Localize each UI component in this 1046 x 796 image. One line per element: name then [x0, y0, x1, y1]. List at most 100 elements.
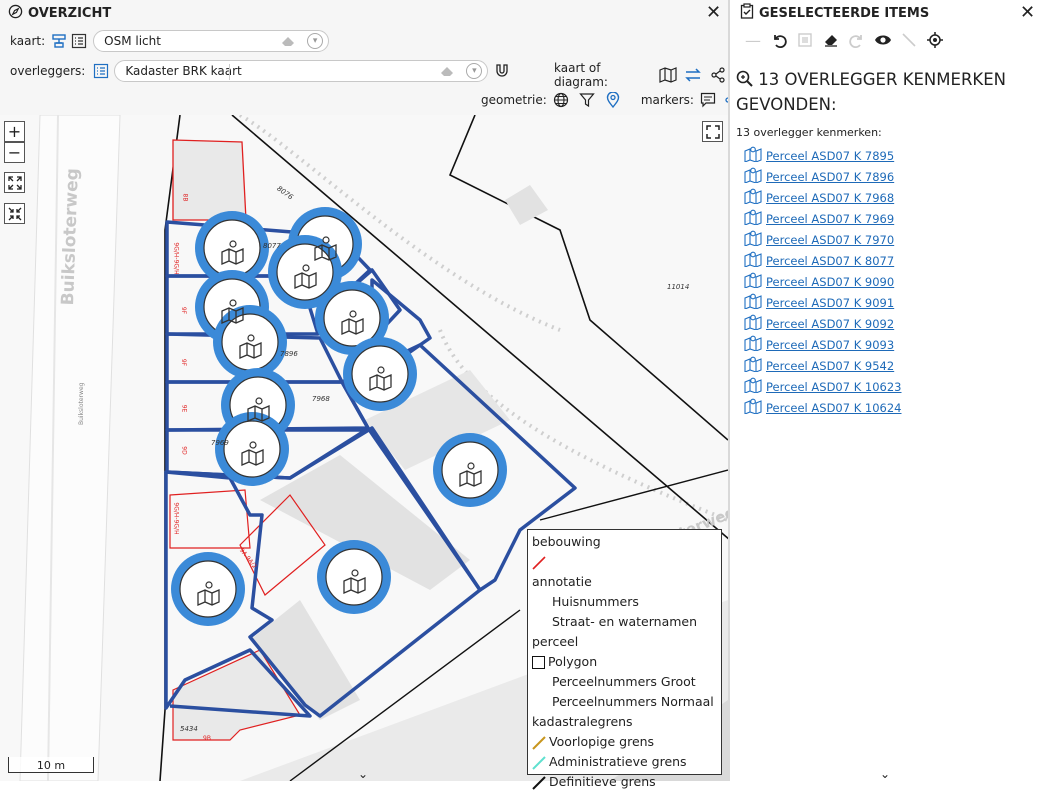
parcel-link[interactable]: Perceel ASD07 K 9091 [766, 296, 894, 310]
parcel-number: 5434 [180, 725, 198, 733]
list-item[interactable]: Perceel ASD07 K 10624 [744, 397, 902, 418]
undo-icon[interactable] [766, 29, 792, 51]
map-marker-icon [744, 356, 762, 375]
comment-icon[interactable] [698, 90, 718, 110]
parcel-link[interactable]: Perceel ASD07 K 9093 [766, 338, 894, 352]
compass-icon [8, 4, 23, 23]
parcel-link[interactable]: Perceel ASD07 K 10624 [766, 401, 902, 415]
house-number: 9F [180, 306, 188, 315]
parcel-number: 7968 [312, 395, 330, 403]
zoom-out-button[interactable]: − [4, 142, 25, 163]
swap-icon[interactable] [684, 65, 703, 85]
collapse-icon[interactable] [4, 203, 25, 224]
geometrie-label: geometrie: [481, 93, 547, 107]
parcel-link[interactable]: Perceel ASD07 K 9092 [766, 317, 894, 331]
list-item[interactable]: Perceel ASD07 K 9092 [744, 313, 902, 334]
chevron-down-icon[interactable]: ▾ [307, 33, 324, 49]
crosshair-icon[interactable] [922, 29, 948, 51]
list-item[interactable]: Perceel ASD07 K 7970 [744, 229, 902, 250]
map-icon[interactable] [658, 65, 677, 85]
parcel-link[interactable]: Perceel ASD07 K 7895 [766, 149, 894, 163]
kaart-of-diagram-label: kaart of diagram: [554, 61, 608, 89]
expand-icon[interactable] [4, 172, 25, 193]
selected-title: GESELECTEERDE ITEMS [759, 5, 930, 21]
legend-label: Administratieve grens [549, 754, 687, 769]
close-icon[interactable]: ✕ [1020, 2, 1035, 23]
list-item[interactable]: Perceel ASD07 K 10623 [744, 376, 902, 397]
chevron-down-icon[interactable]: ▾ [466, 63, 483, 79]
list-item[interactable]: Perceel ASD07 K 8077 [744, 250, 902, 271]
chevron-down-icon[interactable]: ⌄ [358, 767, 368, 781]
list-item[interactable]: Perceel ASD07 K 9091 [744, 292, 902, 313]
list-icon[interactable] [91, 61, 111, 81]
parcel-number: 11014 [667, 283, 690, 291]
parcel-link[interactable]: Perceel ASD07 K 7896 [766, 170, 894, 184]
select-box-icon[interactable] [792, 29, 818, 51]
list-item[interactable]: Perceel ASD07 K 9090 [744, 271, 902, 292]
selection-toolbar: — [740, 29, 948, 51]
list-item[interactable]: Perceel ASD07 K 7969 [744, 208, 902, 229]
search-zoom-icon [736, 70, 753, 93]
kaart-value: OSM licht [104, 34, 161, 48]
list-item[interactable]: Perceel ASD07 K 9093 [744, 334, 902, 355]
eye-icon[interactable] [870, 29, 896, 51]
result-list: Perceel ASD07 K 7895 Perceel ASD07 K 789… [744, 145, 902, 418]
globe-icon[interactable] [551, 90, 571, 110]
house-number: 9G/H-9G/H [172, 242, 180, 275]
parcel-link[interactable]: Perceel ASD07 K 10623 [766, 380, 902, 394]
list-item[interactable]: Perceel ASD07 K 7968 [744, 187, 902, 208]
legend-item: Perceelnummers Groot [552, 674, 696, 689]
parcel-link[interactable]: Perceel ASD07 K 7969 [766, 212, 894, 226]
map-marker-icon [744, 230, 762, 249]
layers-icon[interactable] [49, 31, 69, 51]
magnet-icon[interactable] [492, 61, 512, 81]
location-pin-icon[interactable] [603, 90, 623, 110]
line-icon[interactable] [896, 29, 922, 51]
close-icon[interactable]: ✕ [706, 2, 721, 23]
list-item[interactable]: Perceel ASD07 K 9542 [744, 355, 902, 376]
legend-item: Huisnummers [552, 594, 639, 609]
map-marker-icon [744, 335, 762, 354]
overleggers-select[interactable]: Kadaster BRK kaart ▾ [114, 60, 489, 82]
legend-item [532, 552, 717, 572]
legend-item: Perceelnummers Normaal [552, 694, 714, 709]
redo-icon[interactable] [844, 29, 870, 51]
map-marker-icon [744, 314, 762, 333]
house-number: 9E [180, 404, 188, 413]
list-item[interactable]: Perceel ASD07 K 7895 [744, 145, 902, 166]
overleggers-label: overleggers: [10, 64, 86, 78]
map-marker-icon [744, 293, 762, 312]
map-marker-icon [744, 188, 762, 207]
markers-label: markers: [640, 93, 694, 107]
zoom-in-button[interactable]: + [4, 121, 25, 142]
eraser-icon[interactable] [818, 29, 844, 51]
share-icon[interactable] [709, 65, 728, 85]
result-title: 13 OVERLEGGER KENMERKEN GEVONDEN: [736, 70, 1006, 114]
map-marker-icon [744, 272, 762, 291]
scale-bar: 10 m [8, 757, 94, 773]
house-number: 9B [203, 735, 211, 742]
overleggers-value: Kadaster BRK kaart [125, 64, 242, 78]
parcel-link[interactable]: Perceel ASD07 K 7970 [766, 233, 894, 247]
minus-icon[interactable]: — [740, 29, 766, 51]
parcel-link[interactable]: Perceel ASD07 K 7968 [766, 191, 894, 205]
kaart-select[interactable]: OSM licht ▾ [93, 30, 330, 52]
fullscreen-icon[interactable] [702, 121, 723, 142]
chevron-down-icon[interactable]: ⌄ [880, 767, 890, 781]
eraser-icon[interactable] [280, 35, 296, 47]
filter-icon[interactable] [577, 90, 597, 110]
house-number: 9G/H-9G/H [172, 502, 180, 535]
parcel-link[interactable]: Perceel ASD07 K 9090 [766, 275, 894, 289]
parcel-link[interactable]: Perceel ASD07 K 9542 [766, 359, 894, 373]
parcel-link[interactable]: Perceel ASD07 K 8077 [766, 254, 894, 268]
list-item[interactable]: Perceel ASD07 K 7896 [744, 166, 902, 187]
street-name: Buiksloterweg [78, 382, 85, 425]
eraser-icon[interactable] [439, 65, 455, 77]
line-swatch [532, 755, 546, 770]
legend-item: perceel [532, 634, 579, 649]
divider [229, 64, 231, 80]
map-marker-icon [744, 167, 762, 186]
kaart-row: kaart: OSM licht ▾ [10, 30, 330, 52]
list-icon[interactable] [69, 31, 89, 51]
line-swatch [532, 555, 546, 570]
